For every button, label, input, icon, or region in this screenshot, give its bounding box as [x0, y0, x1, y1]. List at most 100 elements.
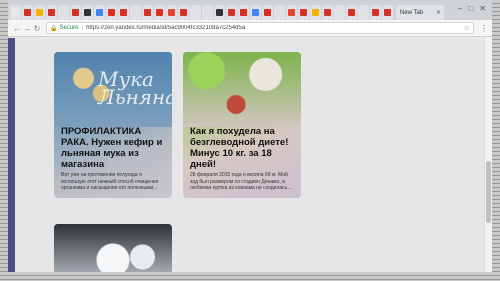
favicon-icon [60, 9, 67, 16]
browser-tab[interactable] [46, 5, 57, 20]
favicon-icon [240, 9, 247, 16]
back-icon[interactable]: ← [12, 24, 22, 33]
forward-icon[interactable]: → [22, 24, 32, 33]
favicon-icon [252, 9, 259, 16]
browser-tab[interactable] [130, 5, 141, 20]
browser-tab[interactable] [166, 5, 177, 20]
browser-tab[interactable] [154, 5, 165, 20]
vertical-scrollbar[interactable] [484, 38, 492, 272]
browser-tab[interactable] [22, 5, 33, 20]
browser-tab[interactable] [202, 5, 213, 20]
favicon-icon [264, 9, 271, 16]
browser-tab[interactable] [370, 5, 381, 20]
toolbar: ← → ↻ 🔒 Secure | https://zen.yandex.ru/m… [8, 20, 492, 37]
minimize-icon[interactable]: – [458, 4, 462, 13]
lock-icon: 🔒 [50, 25, 58, 32]
feed-card[interactable]: Мука Льняная ПРОФИЛАКТИКА РАКА. Нужен ке… [54, 52, 172, 198]
browser-tab[interactable] [298, 5, 309, 20]
browser-tab[interactable] [358, 5, 369, 20]
browser-tab[interactable] [118, 5, 129, 20]
favicon-icon [288, 9, 295, 16]
browser-tab[interactable] [70, 5, 81, 20]
card-image [54, 224, 172, 272]
left-accent-strip [8, 38, 15, 272]
browser-tab[interactable] [346, 5, 357, 20]
favicon-icon [72, 9, 79, 16]
browser-tab[interactable] [286, 5, 297, 20]
favicon-icon [96, 9, 103, 16]
favicon-icon [24, 9, 31, 16]
bookmark-star-icon[interactable]: ☆ [464, 24, 470, 32]
browser-tab[interactable] [58, 5, 69, 20]
favicon-icon [216, 9, 223, 16]
feed-card[interactable] [54, 224, 172, 272]
favicon-icon [180, 9, 187, 16]
favicon-icon [348, 9, 355, 16]
separator: | [81, 25, 84, 31]
browser-tab[interactable] [250, 5, 261, 20]
favicon-icon [336, 9, 343, 16]
browser-tab[interactable] [106, 5, 117, 20]
browser-window: New Tab ✕ – □ ✕ ← → ↻ 🔒 Secure | https:/… [8, 0, 492, 272]
favicon-icon [48, 9, 55, 16]
browser-tab[interactable] [274, 5, 285, 20]
browser-tab[interactable] [190, 5, 201, 20]
card-title[interactable]: Как я похудела на безглеводной диете! Ми… [190, 126, 295, 170]
card-description: 28 февраля 2015 года я весила 68 кг. Мой… [190, 172, 292, 191]
browser-tab[interactable] [214, 5, 225, 20]
maximize-icon[interactable]: □ [468, 4, 473, 13]
favicon-icon [360, 9, 367, 16]
favicon-icon [204, 9, 211, 16]
browser-tab[interactable] [334, 5, 345, 20]
browser-tab[interactable] [382, 5, 393, 20]
favicon-icon [84, 9, 91, 16]
favicon-icon [36, 9, 43, 16]
favicon-icon [372, 9, 379, 16]
address-bar[interactable]: 🔒 Secure | https://zen.yandex.ru/media/i… [46, 22, 474, 34]
browser-tab[interactable] [82, 5, 93, 20]
product-logo-text: Мука Льняная [98, 67, 172, 109]
browser-tab[interactable] [322, 5, 333, 20]
favicon-icon [108, 9, 115, 16]
tab-strip: New Tab ✕ – □ ✕ [8, 0, 492, 20]
favicon-icon [168, 9, 175, 16]
favicon-icon [228, 9, 235, 16]
favicon-icon [156, 9, 163, 16]
browser-tab[interactable] [226, 5, 237, 20]
browser-tab[interactable] [10, 5, 21, 20]
secure-label: Secure [59, 25, 79, 31]
window-frame-left [0, 0, 8, 281]
browser-tab[interactable] [310, 5, 321, 20]
scrollbar-thumb[interactable] [486, 161, 491, 223]
favicon-icon [324, 9, 331, 16]
card-title[interactable]: ПРОФИЛАКТИКА РАКА. Нужен кефир и льняная… [61, 126, 166, 170]
favicon-icon [120, 9, 127, 16]
favicon-icon [12, 9, 19, 16]
favicon-icon [312, 9, 319, 16]
window-frame-bottom [0, 272, 500, 281]
menu-icon[interactable]: ⋮ [480, 24, 488, 33]
close-window-icon[interactable]: ✕ [479, 4, 486, 13]
close-icon[interactable]: ✕ [436, 9, 441, 16]
browser-tab[interactable] [34, 5, 45, 20]
tab-new-tab[interactable]: New Tab ✕ [396, 5, 444, 20]
url-text: https://zen.yandex.ru/media/id/5ac9004fc… [86, 25, 246, 31]
new-tab-label: New Tab [400, 9, 424, 16]
window-controls: – □ ✕ [458, 2, 492, 14]
reload-icon[interactable]: ↻ [32, 24, 42, 33]
browser-tab[interactable] [94, 5, 105, 20]
favicon-icon [132, 9, 139, 16]
browser-tab[interactable] [262, 5, 273, 20]
card-image [183, 52, 301, 127]
browser-tab[interactable] [142, 5, 153, 20]
window-frame-right [492, 0, 500, 281]
page-content: Мука Льняная ПРОФИЛАКТИКА РАКА. Нужен ке… [8, 38, 492, 272]
favicon-icon [192, 9, 199, 16]
feed-card[interactable]: Как я похудела на безглеводной диете! Ми… [183, 52, 301, 198]
browser-tab[interactable] [238, 5, 249, 20]
favicon-icon [300, 9, 307, 16]
favicon-icon [276, 9, 283, 16]
browser-tab[interactable] [178, 5, 189, 20]
favicon-icon [384, 9, 391, 16]
card-description: Вот уже на протяжении полугода я использ… [61, 172, 159, 191]
